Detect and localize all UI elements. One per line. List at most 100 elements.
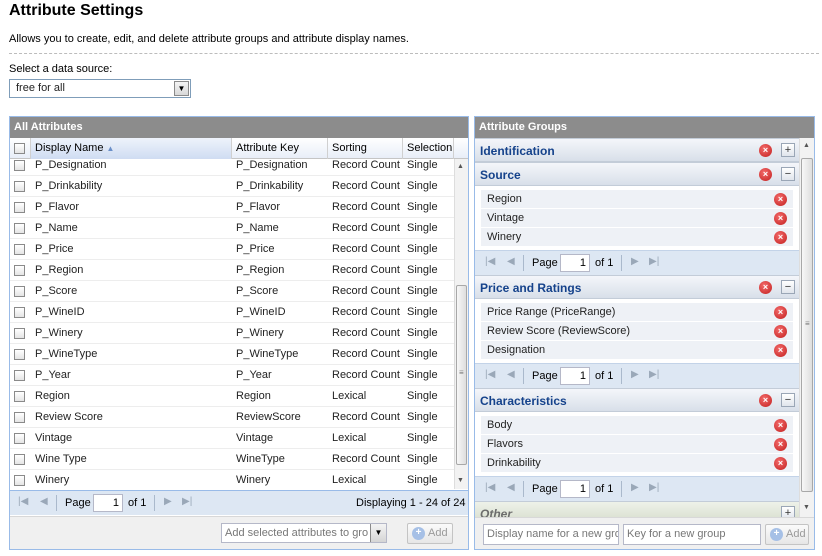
row-select[interactable]	[14, 260, 30, 281]
x-circle-icon[interactable]: ×	[759, 144, 772, 157]
next-page-icon[interactable]: ▶	[631, 369, 639, 380]
row-checkbox[interactable]	[14, 453, 25, 465]
page-number-input[interactable]: 1	[560, 480, 590, 498]
x-circle-icon[interactable]: ×	[774, 212, 787, 225]
row-select[interactable]	[14, 159, 30, 176]
row-select[interactable]	[14, 197, 30, 218]
page-number-input[interactable]: 1	[93, 494, 123, 512]
row-select[interactable]	[14, 218, 30, 239]
chevron-down-icon[interactable]: ▼	[174, 81, 189, 96]
list-item[interactable]: Price Range (PriceRange) ×	[481, 303, 793, 322]
row-select[interactable]	[14, 323, 30, 344]
row-select[interactable]	[14, 386, 30, 407]
first-page-icon[interactable]: |◀	[18, 496, 28, 507]
scroll-up-icon[interactable]: ▲	[457, 163, 464, 170]
row-checkbox[interactable]	[14, 222, 25, 234]
x-circle-icon[interactable]: ×	[759, 281, 772, 294]
plus-icon[interactable]: +	[781, 143, 795, 157]
x-circle-icon[interactable]: ×	[774, 231, 787, 244]
list-item[interactable]: Region ×	[481, 190, 793, 209]
row-select[interactable]	[14, 239, 30, 260]
prev-page-icon[interactable]: ◀	[507, 369, 515, 380]
prev-page-icon[interactable]: ◀	[507, 482, 515, 493]
x-circle-icon[interactable]: ×	[774, 419, 787, 432]
list-item[interactable]: Designation ×	[481, 341, 793, 360]
select-all-checkbox[interactable]	[14, 142, 25, 154]
column-attribute-key[interactable]: Attribute Key	[232, 138, 328, 159]
x-circle-icon[interactable]: ×	[774, 193, 787, 206]
prev-page-icon[interactable]: ◀	[507, 256, 515, 267]
first-page-icon[interactable]: |◀	[485, 369, 495, 380]
scroll-up-icon[interactable]: ▲	[803, 142, 810, 149]
list-item[interactable]: Drinkability ×	[481, 454, 793, 473]
first-page-icon[interactable]: |◀	[485, 256, 495, 267]
next-page-icon[interactable]: ▶	[164, 496, 172, 507]
group-header[interactable]: Source × −	[475, 162, 799, 186]
list-item[interactable]: Body ×	[481, 416, 793, 435]
row-checkbox[interactable]	[14, 390, 25, 402]
minus-icon[interactable]: −	[781, 167, 795, 181]
new-group-name-input[interactable]: Display name for a new gro	[483, 524, 619, 545]
column-sorting[interactable]: Sorting	[328, 138, 403, 159]
list-item[interactable]: Flavors ×	[481, 435, 793, 454]
row-select[interactable]	[14, 365, 30, 386]
row-checkbox[interactable]	[14, 180, 25, 192]
page-number-input[interactable]: 1	[560, 254, 590, 272]
add-attributes-button[interactable]: + Add	[407, 523, 453, 544]
scroll-down-icon[interactable]: ▼	[803, 504, 810, 511]
plus-icon[interactable]: +	[781, 506, 795, 517]
minus-icon[interactable]: −	[781, 280, 795, 294]
group-header[interactable]: Price and Ratings × −	[475, 275, 799, 299]
row-checkbox[interactable]	[14, 264, 25, 276]
table-row[interactable]: P_Flavor P_Flavor Record Count Single	[10, 197, 454, 218]
table-row[interactable]: P_Designation P_Designation Record Count Si…	[10, 159, 454, 176]
column-display-name[interactable]: Display Name ▲	[31, 138, 232, 159]
row-checkbox[interactable]	[14, 348, 25, 360]
row-select[interactable]	[14, 344, 30, 365]
table-row[interactable]: Vintage Vintage Lexical Single	[10, 428, 454, 449]
list-item[interactable]: Vintage ×	[481, 209, 793, 228]
x-circle-icon[interactable]: ×	[774, 457, 787, 470]
last-page-icon[interactable]: ▶|	[649, 369, 659, 380]
row-select[interactable]	[14, 470, 30, 489]
table-row[interactable]: P_Region P_Region Record Count Single	[10, 260, 454, 281]
first-page-icon[interactable]: |◀	[485, 482, 495, 493]
list-item[interactable]: Review Score (ReviewScore) ×	[481, 322, 793, 341]
grid-vertical-scrollbar[interactable]: ▲ ≡ ▼	[454, 159, 468, 489]
scrollbar-thumb[interactable]: ≡	[456, 285, 467, 465]
add-group-button[interactable]: + Add	[765, 524, 809, 545]
x-circle-icon[interactable]: ×	[759, 394, 772, 407]
select-all-header[interactable]	[10, 138, 31, 159]
group-header-other[interactable]: Other +	[475, 501, 799, 517]
next-page-icon[interactable]: ▶	[631, 256, 639, 267]
last-page-icon[interactable]: ▶|	[182, 496, 192, 507]
row-checkbox[interactable]	[14, 201, 25, 213]
new-group-key-input[interactable]: Key for a new group	[623, 524, 761, 545]
row-checkbox[interactable]	[14, 159, 25, 171]
add-to-group-combo[interactable]: Add selected attributes to gro ▼	[221, 523, 387, 543]
data-source-select[interactable]: free for all ▼	[9, 79, 191, 98]
last-page-icon[interactable]: ▶|	[649, 256, 659, 267]
row-select[interactable]	[14, 428, 30, 449]
table-row[interactable]: P_WineType P_WineType Record Count Single	[10, 344, 454, 365]
table-row[interactable]: P_Price P_Price Record Count Single	[10, 239, 454, 260]
groups-vertical-scrollbar[interactable]: ▲ ≡ ▼	[799, 138, 814, 517]
list-item[interactable]: Winery ×	[481, 228, 793, 247]
row-checkbox[interactable]	[14, 411, 25, 423]
row-checkbox[interactable]	[14, 243, 25, 255]
row-select[interactable]	[14, 176, 30, 197]
row-select[interactable]	[14, 407, 30, 428]
table-row[interactable]: Region Region Lexical Single	[10, 386, 454, 407]
table-row[interactable]: P_Score P_Score Record Count Single	[10, 281, 454, 302]
x-circle-icon[interactable]: ×	[774, 306, 787, 319]
row-checkbox[interactable]	[14, 474, 25, 486]
table-row[interactable]: Winery Winery Lexical Single	[10, 470, 454, 489]
next-page-icon[interactable]: ▶	[631, 482, 639, 493]
table-row[interactable]: Review Score ReviewScore Record Count Singl…	[10, 407, 454, 428]
chevron-down-icon[interactable]: ▼	[370, 524, 386, 542]
page-number-input[interactable]: 1	[560, 367, 590, 385]
table-row[interactable]: P_Name P_Name Record Count Single	[10, 218, 454, 239]
x-circle-icon[interactable]: ×	[759, 168, 772, 181]
row-select[interactable]	[14, 449, 30, 470]
x-circle-icon[interactable]: ×	[774, 344, 787, 357]
